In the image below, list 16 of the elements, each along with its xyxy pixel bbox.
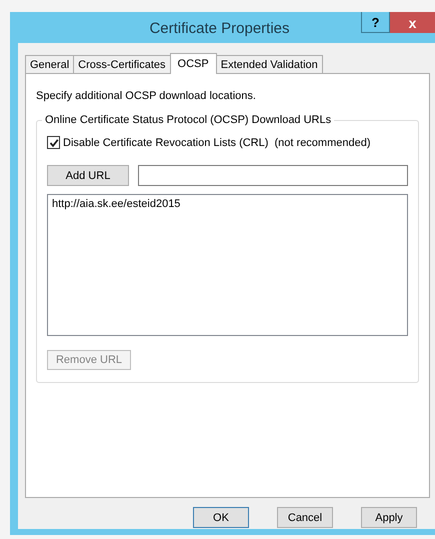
tab[interactable]: Extended Validation [216,55,323,73]
close-button[interactable]: x [390,12,435,33]
url-input-field[interactable] [138,165,408,186]
dialog-button[interactable]: OK [193,507,249,528]
dialog-button[interactable]: Apply [361,507,417,528]
group-title: Online Certificate Status Protocol (OCSP) Download URLs [42,114,334,126]
description-text: Specify additional OCSP download locations. [36,90,257,102]
tab[interactable]: OCSP [170,53,217,74]
add-url-button[interactable]: Add URL [47,165,129,186]
tab[interactable]: General [25,55,74,73]
checkbox[interactable] [47,136,60,149]
help-button[interactable]: ? [361,12,390,33]
url-list-item[interactable]: http://aia.sk.ee/esteid2015 [52,198,403,210]
checkbox-label: Disable Certificate Revocation Lists (CRL) (not recommended) [63,136,371,148]
dialog-button[interactable]: Cancel [277,507,333,528]
window-title: Certificate Properties [148,19,291,37]
